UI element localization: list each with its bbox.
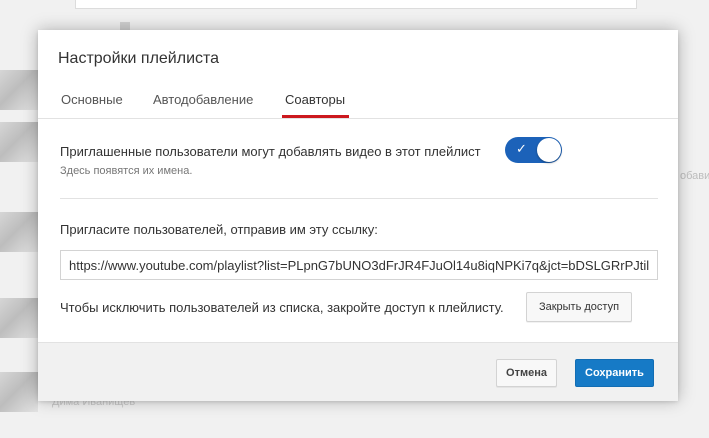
- playlist-settings-dialog: Настройки плейлиста Основные Автодобавле…: [38, 30, 678, 401]
- collaborators-toggle-label: Приглашенные пользователи могут добавлят…: [60, 144, 481, 159]
- collaborators-toggle[interactable]: ✓: [505, 137, 562, 163]
- revoke-access-button[interactable]: Закрыть доступ: [526, 292, 632, 322]
- invite-link-field[interactable]: [60, 250, 658, 280]
- toggle-knob: [537, 138, 561, 162]
- background-thumbnail: [0, 122, 38, 162]
- save-button[interactable]: Сохранить: [575, 359, 654, 387]
- background-thumbnail: [0, 70, 38, 110]
- section-divider: [60, 198, 658, 199]
- background-search-bar: [75, 0, 637, 9]
- background-thumbnail: [0, 212, 38, 252]
- revoke-access-text: Чтобы исключить пользователей из списка,…: [60, 300, 504, 315]
- background-side-text: обави: [680, 170, 709, 182]
- background-thumbnail: [0, 372, 38, 412]
- collaborators-hint: Здесь появятся их имена.: [60, 165, 193, 177]
- tab-basic[interactable]: Основные: [61, 92, 123, 115]
- tab-divider: [38, 118, 678, 119]
- dialog-footer: Отмена Сохранить: [38, 342, 678, 401]
- tab-auto-add[interactable]: Автодобавление: [153, 92, 253, 115]
- tab-collaborators[interactable]: Соавторы: [285, 92, 345, 115]
- invite-link-label: Пригласите пользователей, отправив им эт…: [60, 222, 378, 237]
- background-thumbnail: [120, 22, 130, 30]
- background-thumbnail: [0, 298, 38, 338]
- tab-bar: Основные Автодобавление Соавторы: [38, 92, 678, 118]
- check-icon: ✓: [516, 141, 527, 156]
- dialog-title: Настройки плейлиста: [58, 50, 220, 67]
- cancel-button[interactable]: Отмена: [496, 359, 557, 387]
